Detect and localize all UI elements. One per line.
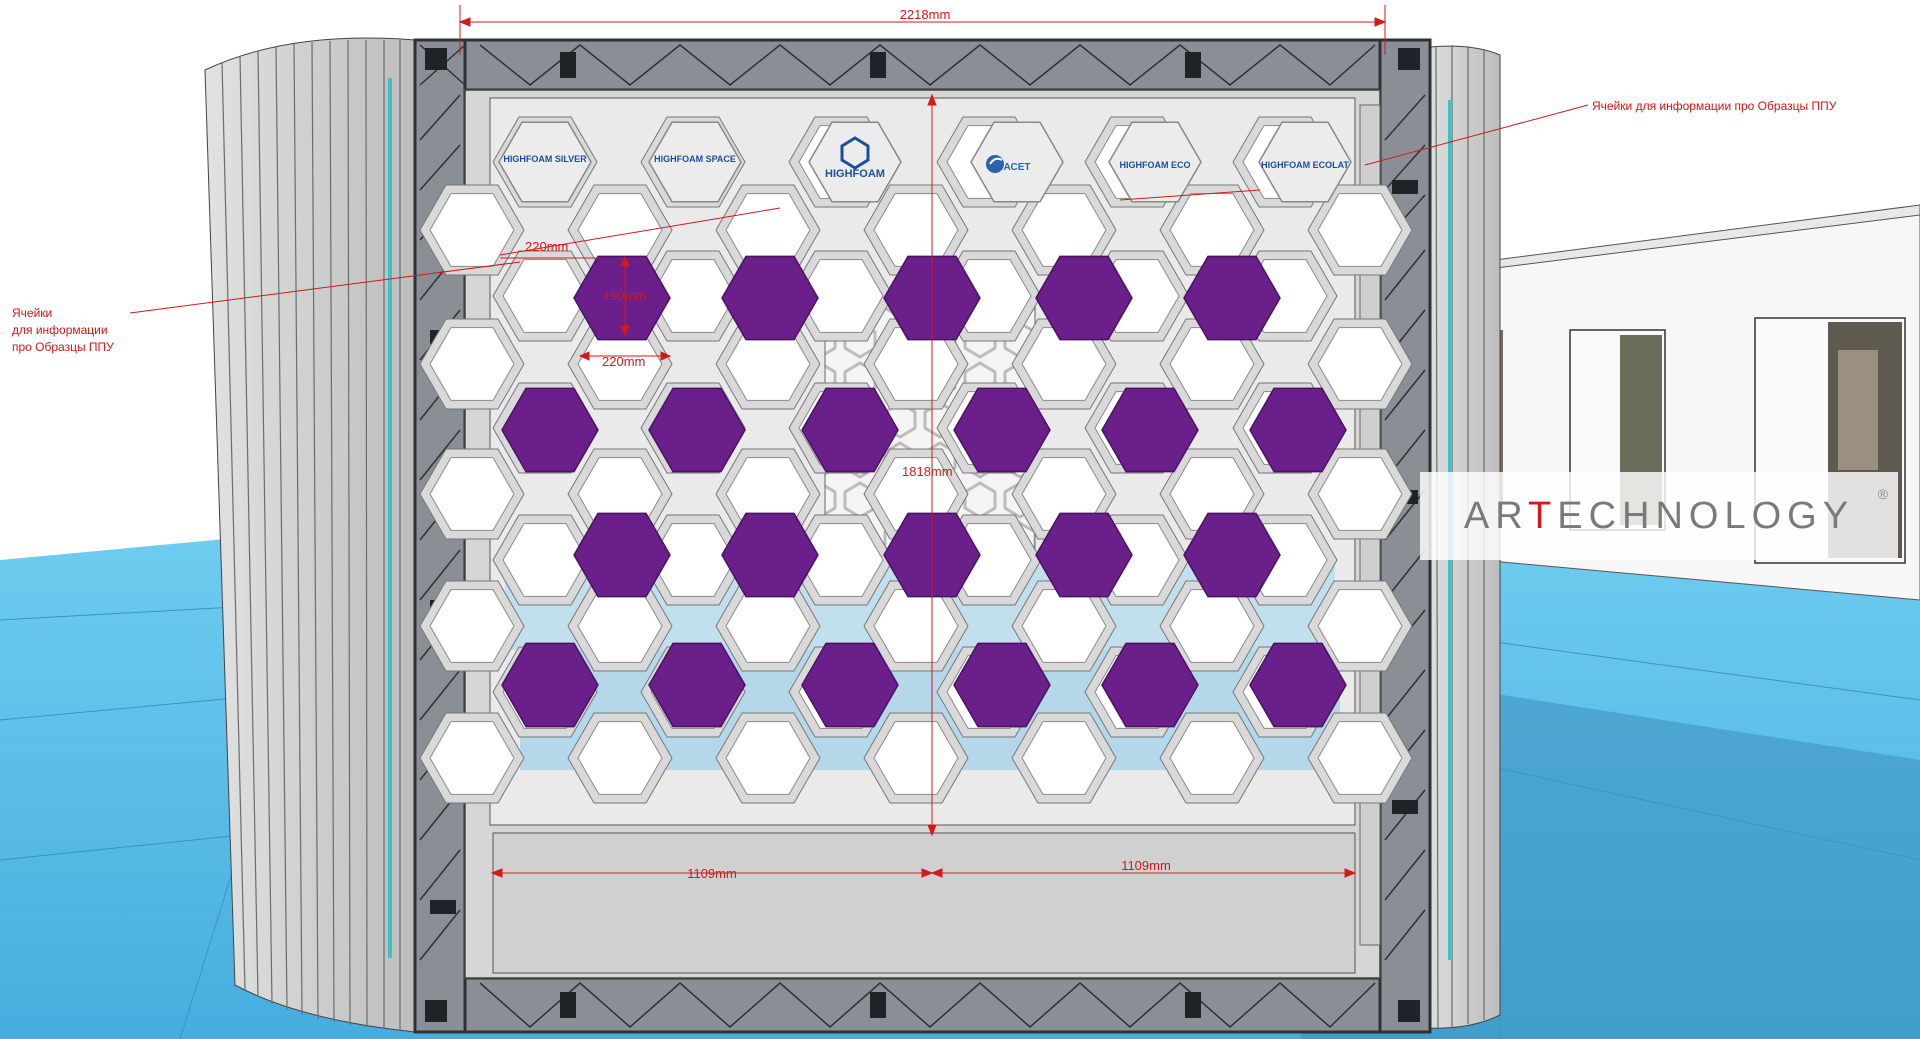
brand-registered-mark: ® (1877, 486, 1888, 502)
dim-half-right: 1109mm (1121, 858, 1171, 873)
left-curved-wall (204, 37, 416, 1033)
dim-overall-width: 2218mm (900, 7, 951, 22)
dim-height: 1818mm (902, 464, 953, 479)
callout-left: Ячейки для информации про Образцы ППУ (12, 305, 114, 356)
logo-highfoam-eco: HIGHFOAM ECO (1120, 160, 1191, 170)
dim-cell-width-bottom: 220mm (602, 354, 645, 369)
dim-cell-height: 190mm (603, 288, 646, 303)
dim-half-left: 1109mm (687, 866, 737, 881)
logo-highfoam-silver: HIGHFOAM SILVER (503, 154, 587, 164)
brand-name: ARTECHNOLOGY (1464, 495, 1854, 538)
artechnology-logo: ARTECHNOLOGY ® (1420, 472, 1898, 560)
dim-cell-width-top: 220mm (525, 239, 568, 254)
brand-name-t: T (1528, 494, 1558, 537)
logo-highfoam-space: HIGHFOAM SPACE (654, 154, 736, 164)
brand-name-a: AR (1463, 494, 1529, 537)
brand-name-rest: ECHNOLOGY (1557, 494, 1855, 537)
logo-highfoam-main: HIGHFOAM (825, 168, 885, 180)
logo-highfoam-ecolat: HIGHFOAM ECOLAT (1261, 160, 1349, 170)
acet-logo-icon (986, 155, 1004, 173)
callout-right: Ячейки для информации про Образцы ППУ (1592, 99, 1837, 113)
callout-left-line-2: для информации (12, 323, 108, 337)
logo-acet: АСЕТ (1004, 162, 1031, 173)
callout-left-line-1: Ячейки (12, 306, 53, 320)
callout-left-line-3: про Образцы ППУ (12, 340, 114, 354)
